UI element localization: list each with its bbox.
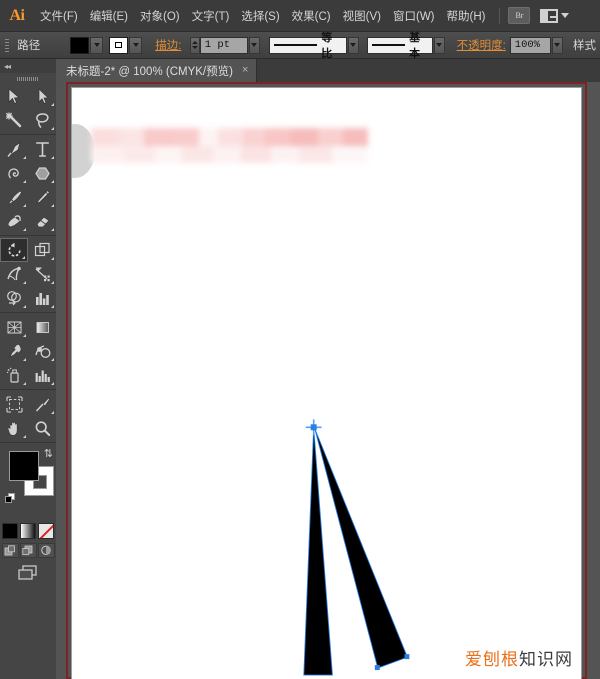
menu-bar: Ai 文件(F) 编辑(E) 对象(O) 文字(T) 选择(S) 效果(C) 视… (0, 0, 600, 32)
stroke-weight-input[interactable]: 1 pt (200, 37, 248, 54)
reflect-scale-tool[interactable] (28, 238, 56, 262)
canvas-frame: 爱刨根知识网 (66, 82, 587, 679)
magic-wand-tool[interactable] (0, 108, 28, 132)
polygon-tool[interactable] (28, 161, 56, 185)
illustrator-window: Ai 文件(F) 编辑(E) 对象(O) 文字(T) 选择(S) 效果(C) 视… (0, 0, 600, 679)
fill-color-box[interactable] (9, 451, 39, 481)
color-mode-gradient[interactable] (20, 523, 36, 539)
toolbox-panel: ◂◂ (0, 59, 56, 679)
type-tool[interactable] (28, 137, 56, 161)
brush-definition-label: 基本 (409, 29, 427, 61)
stroke-dropdown-icon[interactable] (129, 37, 142, 54)
stroke-profile-combo[interactable]: 等比 (269, 37, 347, 54)
default-fill-stroke-icon[interactable] (5, 493, 16, 504)
rotate-tool[interactable] (0, 238, 28, 262)
selected-object-type: 路径 (13, 37, 44, 53)
double-chevron-left-icon: ◂◂ (4, 62, 10, 71)
swap-fill-stroke-icon[interactable]: ⇅ (44, 449, 53, 460)
zoom-tool[interactable] (28, 416, 56, 440)
styles-label[interactable]: 样式 (569, 37, 600, 53)
opacity-input[interactable]: 100% (510, 37, 551, 54)
fill-stroke-controls: ⇅ (0, 449, 56, 521)
opacity-label[interactable]: 不透明度: (453, 37, 510, 53)
toolbox-drag-handle[interactable] (0, 73, 56, 84)
artboard-tool[interactable] (0, 392, 28, 416)
brush-definition-combo[interactable]: 基本 (367, 37, 433, 54)
free-transform-tool[interactable] (28, 262, 56, 286)
menu-effect[interactable]: 效果(C) (287, 5, 336, 27)
eraser-tool[interactable] (28, 209, 56, 233)
hand-tool[interactable] (0, 416, 28, 440)
layout-grid-icon (540, 9, 558, 23)
brush-definition-dropdown-icon[interactable] (434, 37, 445, 54)
stroke-swatch[interactable] (109, 37, 128, 54)
slice-tool[interactable] (28, 392, 56, 416)
column-graph-tool[interactable] (28, 286, 56, 310)
blend-tool[interactable] (28, 339, 56, 363)
stroke-weight-label[interactable]: 描边: (151, 37, 185, 53)
tool-grid (0, 84, 56, 445)
close-icon[interactable]: × (242, 65, 248, 76)
stroke-weight-dropdown-icon[interactable] (249, 37, 260, 54)
color-mode-none[interactable] (38, 523, 54, 539)
pen-tool[interactable] (0, 137, 28, 161)
control-bar-grip[interactable] (2, 37, 10, 53)
change-screen-mode[interactable] (0, 564, 56, 582)
menu-file[interactable]: 文件(F) (35, 5, 83, 27)
direct-selection-tool[interactable] (28, 84, 56, 108)
color-mode-bar (0, 523, 56, 539)
gradient-tool[interactable] (28, 315, 56, 339)
stroke-profile-dropdown-icon[interactable] (348, 37, 359, 54)
bridge-icon[interactable]: Br (508, 7, 530, 24)
eyedropper-tool[interactable] (0, 339, 28, 363)
symbol-sprayer-tool[interactable] (0, 363, 28, 387)
watermark: 爱刨根知识网 (465, 645, 573, 670)
selection-tool[interactable] (0, 84, 28, 108)
draw-mode-bar (0, 543, 56, 558)
brush-line-icon (372, 44, 405, 46)
menu-edit[interactable]: 编辑(E) (85, 5, 133, 27)
document-tab-bar: 未标题-2* @ 100% (CMYK/预览) × (56, 59, 600, 82)
spiral-tool[interactable] (0, 161, 28, 185)
pencil-tool[interactable] (28, 185, 56, 209)
bar-graph-tool[interactable] (28, 363, 56, 387)
shape-builder-tool[interactable] (0, 286, 28, 310)
document-tab[interactable]: 未标题-2* @ 100% (CMYK/预览) × (56, 59, 257, 82)
chevron-down-icon (561, 13, 569, 18)
menu-divider (499, 8, 500, 24)
blob-brush-tool[interactable] (0, 209, 28, 233)
toolbox-collapse-button[interactable]: ◂◂ (0, 59, 56, 73)
artboard-canvas[interactable]: 爱刨根知识网 (71, 87, 582, 679)
document-tab-title: 未标题-2* @ 100% (CMYK/预览) (66, 63, 233, 79)
fill-swatch[interactable] (70, 37, 89, 54)
artwork-layer (72, 88, 581, 679)
stroke-profile-line-icon (274, 44, 318, 46)
app-logo: Ai (0, 7, 34, 25)
fill-control[interactable] (70, 37, 103, 54)
stroke-weight-stepper[interactable] (190, 37, 199, 54)
opacity-dropdown-icon[interactable] (552, 37, 563, 54)
fill-dropdown-icon[interactable] (90, 37, 103, 54)
menu-select[interactable]: 选择(S) (236, 5, 284, 27)
menu-object[interactable]: 对象(O) (135, 5, 185, 27)
mesh-tool[interactable] (0, 315, 28, 339)
color-mode-solid[interactable] (2, 523, 18, 539)
draw-normal[interactable] (2, 543, 19, 558)
menu-type[interactable]: 文字(T) (187, 5, 235, 27)
stroke-control[interactable] (109, 37, 142, 54)
paintbrush-tool[interactable] (0, 185, 28, 209)
watermark-dark: 知识网 (519, 650, 573, 670)
lasso-tool[interactable] (28, 108, 56, 132)
document-area: 爱刨根知识网 (56, 82, 600, 679)
watermark-orange: 爱刨根 (465, 650, 519, 670)
menu-view[interactable]: 视图(V) (338, 5, 386, 27)
workspace-switcher[interactable] (540, 9, 569, 23)
control-bar: 路径 描边: 1 pt 等比 基本 不透明度: 100% 样式 (0, 32, 600, 59)
draw-inside[interactable] (38, 543, 55, 558)
menu-window[interactable]: 窗口(W) (388, 5, 440, 27)
warp-tool[interactable] (0, 262, 28, 286)
menu-help[interactable]: 帮助(H) (442, 5, 491, 27)
stroke-profile-label: 等比 (321, 29, 341, 61)
draw-behind[interactable] (20, 543, 37, 558)
